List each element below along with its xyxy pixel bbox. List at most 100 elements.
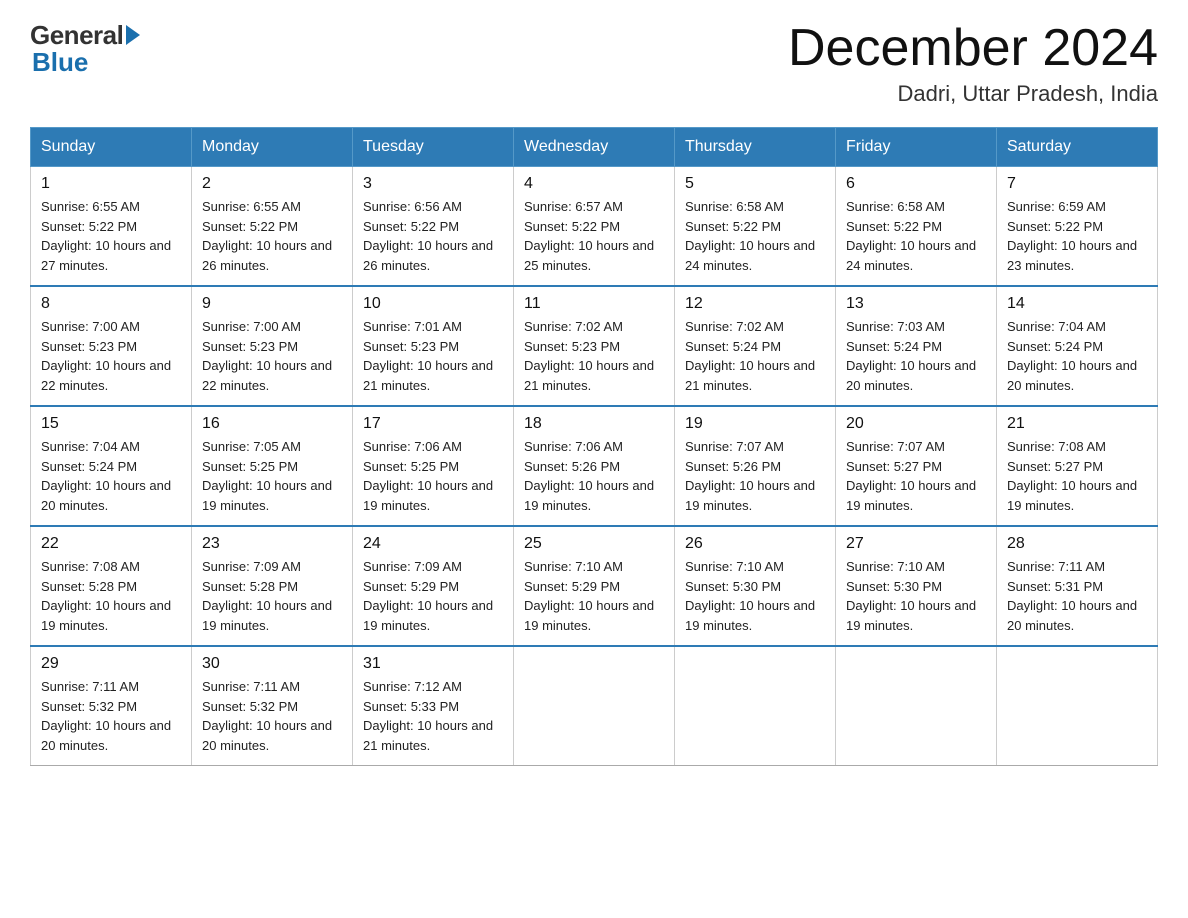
day-info: Sunrise: 7:12 AMSunset: 5:33 PMDaylight:… bbox=[363, 677, 503, 755]
day-info: Sunrise: 7:07 AMSunset: 5:26 PMDaylight:… bbox=[685, 437, 825, 515]
calendar-week-row: 29 Sunrise: 7:11 AMSunset: 5:32 PMDayligh… bbox=[31, 646, 1158, 766]
calendar-cell: 24 Sunrise: 7:09 AMSunset: 5:29 PMDayligh… bbox=[353, 526, 514, 646]
calendar-cell: 30 Sunrise: 7:11 AMSunset: 5:32 PMDayligh… bbox=[192, 646, 353, 766]
weekday-header-friday: Friday bbox=[836, 128, 997, 167]
day-info: Sunrise: 6:58 AMSunset: 5:22 PMDaylight:… bbox=[846, 197, 986, 275]
title-section: December 2024 Dadri, Uttar Pradesh, Indi… bbox=[788, 20, 1158, 107]
logo: General Blue bbox=[30, 20, 140, 78]
day-number: 8 bbox=[41, 295, 181, 313]
day-info: Sunrise: 7:05 AMSunset: 5:25 PMDaylight:… bbox=[202, 437, 342, 515]
day-info: Sunrise: 6:59 AMSunset: 5:22 PMDaylight:… bbox=[1007, 197, 1147, 275]
day-number: 11 bbox=[524, 295, 664, 313]
calendar-cell bbox=[675, 646, 836, 766]
calendar-cell: 21 Sunrise: 7:08 AMSunset: 5:27 PMDayligh… bbox=[997, 406, 1158, 526]
calendar-cell: 7 Sunrise: 6:59 AMSunset: 5:22 PMDaylight… bbox=[997, 167, 1158, 287]
day-number: 21 bbox=[1007, 415, 1147, 433]
calendar-cell: 9 Sunrise: 7:00 AMSunset: 5:23 PMDaylight… bbox=[192, 286, 353, 406]
day-info: Sunrise: 7:06 AMSunset: 5:25 PMDaylight:… bbox=[363, 437, 503, 515]
day-number: 16 bbox=[202, 415, 342, 433]
calendar-cell: 5Sunrise: 6:58 AMSunset: 5:22 PMDaylight… bbox=[675, 167, 836, 287]
day-info: Sunrise: 7:11 AMSunset: 5:32 PMDaylight:… bbox=[202, 677, 342, 755]
day-number: 24 bbox=[363, 535, 503, 553]
day-info: Sunrise: 6:56 AMSunset: 5:22 PMDaylight:… bbox=[363, 197, 503, 275]
day-number: 22 bbox=[41, 535, 181, 553]
day-number: 5 bbox=[685, 175, 825, 193]
calendar-cell: 3 Sunrise: 6:56 AMSunset: 5:22 PMDaylight… bbox=[353, 167, 514, 287]
logo-blue-text: Blue bbox=[32, 47, 88, 78]
calendar-cell: 15 Sunrise: 7:04 AMSunset: 5:24 PMDayligh… bbox=[31, 406, 192, 526]
calendar-cell: 23 Sunrise: 7:09 AMSunset: 5:28 PMDayligh… bbox=[192, 526, 353, 646]
calendar-cell: 14 Sunrise: 7:04 AMSunset: 5:24 PMDayligh… bbox=[997, 286, 1158, 406]
day-number: 31 bbox=[363, 655, 503, 673]
day-number: 30 bbox=[202, 655, 342, 673]
calendar-cell: 12Sunrise: 7:02 AMSunset: 5:24 PMDayligh… bbox=[675, 286, 836, 406]
weekday-header-thursday: Thursday bbox=[675, 128, 836, 167]
weekday-header-row: SundayMondayTuesdayWednesdayThursdayFrid… bbox=[31, 128, 1158, 167]
weekday-header-sunday: Sunday bbox=[31, 128, 192, 167]
day-number: 17 bbox=[363, 415, 503, 433]
calendar-week-row: 1Sunrise: 6:55 AMSunset: 5:22 PMDaylight… bbox=[31, 167, 1158, 287]
day-info: Sunrise: 7:01 AMSunset: 5:23 PMDaylight:… bbox=[363, 317, 503, 395]
calendar-cell: 4Sunrise: 6:57 AMSunset: 5:22 PMDaylight… bbox=[514, 167, 675, 287]
calendar-cell: 26Sunrise: 7:10 AMSunset: 5:30 PMDayligh… bbox=[675, 526, 836, 646]
day-number: 20 bbox=[846, 415, 986, 433]
weekday-header-wednesday: Wednesday bbox=[514, 128, 675, 167]
calendar-cell: 20 Sunrise: 7:07 AMSunset: 5:27 PMDayligh… bbox=[836, 406, 997, 526]
day-info: Sunrise: 7:04 AMSunset: 5:24 PMDaylight:… bbox=[41, 437, 181, 515]
day-info: Sunrise: 7:03 AMSunset: 5:24 PMDaylight:… bbox=[846, 317, 986, 395]
day-number: 2 bbox=[202, 175, 342, 193]
day-info: Sunrise: 7:00 AMSunset: 5:23 PMDaylight:… bbox=[41, 317, 181, 395]
calendar-week-row: 8 Sunrise: 7:00 AMSunset: 5:23 PMDaylight… bbox=[31, 286, 1158, 406]
day-number: 9 bbox=[202, 295, 342, 313]
calendar-cell: 13 Sunrise: 7:03 AMSunset: 5:24 PMDayligh… bbox=[836, 286, 997, 406]
day-info: Sunrise: 7:02 AMSunset: 5:23 PMDaylight:… bbox=[524, 317, 664, 395]
calendar-cell bbox=[514, 646, 675, 766]
calendar-cell: 11 Sunrise: 7:02 AMSunset: 5:23 PMDayligh… bbox=[514, 286, 675, 406]
day-number: 28 bbox=[1007, 535, 1147, 553]
day-number: 12 bbox=[685, 295, 825, 313]
day-number: 15 bbox=[41, 415, 181, 433]
day-info: Sunrise: 7:08 AMSunset: 5:28 PMDaylight:… bbox=[41, 557, 181, 635]
calendar-cell bbox=[836, 646, 997, 766]
page-header: General Blue December 2024 Dadri, Uttar … bbox=[30, 20, 1158, 107]
day-info: Sunrise: 7:10 AMSunset: 5:30 PMDaylight:… bbox=[846, 557, 986, 635]
calendar-cell: 2Sunrise: 6:55 AMSunset: 5:22 PMDaylight… bbox=[192, 167, 353, 287]
day-info: Sunrise: 6:57 AMSunset: 5:22 PMDaylight:… bbox=[524, 197, 664, 275]
day-info: Sunrise: 6:55 AMSunset: 5:22 PMDaylight:… bbox=[41, 197, 181, 275]
calendar-cell: 19 Sunrise: 7:07 AMSunset: 5:26 PMDayligh… bbox=[675, 406, 836, 526]
day-number: 29 bbox=[41, 655, 181, 673]
day-number: 19 bbox=[685, 415, 825, 433]
day-info: Sunrise: 7:11 AMSunset: 5:32 PMDaylight:… bbox=[41, 677, 181, 755]
weekday-header-monday: Monday bbox=[192, 128, 353, 167]
calendar-week-row: 22 Sunrise: 7:08 AMSunset: 5:28 PMDayligh… bbox=[31, 526, 1158, 646]
day-number: 25 bbox=[524, 535, 664, 553]
logo-arrow-icon bbox=[126, 25, 140, 45]
calendar-cell: 8 Sunrise: 7:00 AMSunset: 5:23 PMDaylight… bbox=[31, 286, 192, 406]
day-info: Sunrise: 7:04 AMSunset: 5:24 PMDaylight:… bbox=[1007, 317, 1147, 395]
weekday-header-tuesday: Tuesday bbox=[353, 128, 514, 167]
calendar-cell: 29 Sunrise: 7:11 AMSunset: 5:32 PMDayligh… bbox=[31, 646, 192, 766]
calendar-cell: 1Sunrise: 6:55 AMSunset: 5:22 PMDaylight… bbox=[31, 167, 192, 287]
day-number: 13 bbox=[846, 295, 986, 313]
location-subtitle: Dadri, Uttar Pradesh, India bbox=[788, 81, 1158, 107]
day-number: 10 bbox=[363, 295, 503, 313]
calendar-cell bbox=[997, 646, 1158, 766]
day-info: Sunrise: 7:08 AMSunset: 5:27 PMDaylight:… bbox=[1007, 437, 1147, 515]
day-number: 23 bbox=[202, 535, 342, 553]
calendar-cell: 6Sunrise: 6:58 AMSunset: 5:22 PMDaylight… bbox=[836, 167, 997, 287]
day-number: 26 bbox=[685, 535, 825, 553]
day-info: Sunrise: 7:11 AMSunset: 5:31 PMDaylight:… bbox=[1007, 557, 1147, 635]
calendar-cell: 31 Sunrise: 7:12 AMSunset: 5:33 PMDayligh… bbox=[353, 646, 514, 766]
day-number: 18 bbox=[524, 415, 664, 433]
calendar-cell: 22 Sunrise: 7:08 AMSunset: 5:28 PMDayligh… bbox=[31, 526, 192, 646]
day-info: Sunrise: 7:09 AMSunset: 5:29 PMDaylight:… bbox=[363, 557, 503, 635]
day-info: Sunrise: 7:00 AMSunset: 5:23 PMDaylight:… bbox=[202, 317, 342, 395]
day-number: 7 bbox=[1007, 175, 1147, 193]
weekday-header-saturday: Saturday bbox=[997, 128, 1158, 167]
calendar-cell: 16 Sunrise: 7:05 AMSunset: 5:25 PMDayligh… bbox=[192, 406, 353, 526]
day-number: 14 bbox=[1007, 295, 1147, 313]
day-info: Sunrise: 7:09 AMSunset: 5:28 PMDaylight:… bbox=[202, 557, 342, 635]
day-info: Sunrise: 7:10 AMSunset: 5:29 PMDaylight:… bbox=[524, 557, 664, 635]
day-info: Sunrise: 7:07 AMSunset: 5:27 PMDaylight:… bbox=[846, 437, 986, 515]
day-number: 3 bbox=[363, 175, 503, 193]
